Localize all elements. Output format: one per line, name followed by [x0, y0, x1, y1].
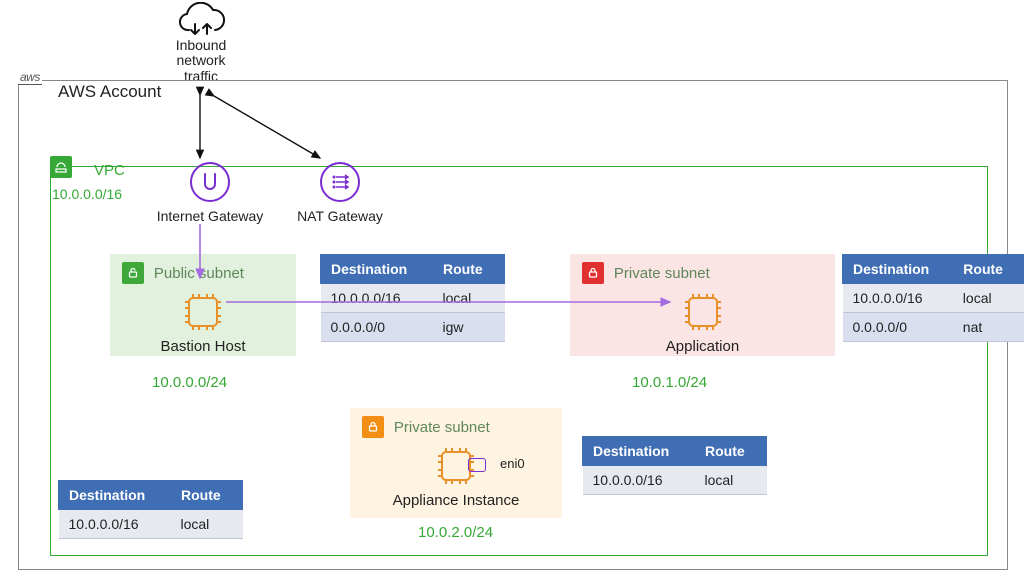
private-subnet-appliance-title: Private subnet — [394, 419, 490, 436]
eni-icon — [468, 458, 486, 472]
aws-account-title: AWS Account — [58, 82, 161, 102]
inbound-label-2: network — [170, 53, 232, 68]
route-cell: local — [433, 284, 505, 313]
internet-gateway-label: Internet Gateway — [150, 208, 270, 224]
private-subnet-appliance-cidr: 10.0.2.0/24 — [418, 524, 493, 541]
private-subnet-app-cidr: 10.0.1.0/24 — [632, 374, 707, 391]
lock-open-icon — [122, 262, 144, 284]
public-subnet-title: Public subnet — [154, 265, 244, 282]
route-header-route: Route — [695, 437, 767, 466]
vpc-icon — [50, 156, 72, 178]
route-header-route: Route — [433, 255, 505, 284]
eni-label: eni0 — [500, 456, 525, 471]
route-cell: local — [171, 510, 243, 539]
nat-gateway-icon — [320, 162, 360, 202]
lock-closed-icon — [582, 262, 604, 284]
lock-closed-icon — [362, 416, 384, 438]
route-cell: 0.0.0.0/0 — [321, 313, 433, 342]
route-cell: 10.0.0.0/16 — [843, 284, 953, 313]
vpc-label: VPC — [94, 162, 125, 179]
route-table-appliance-left: DestinationRoute 10.0.0.0/16local — [58, 480, 243, 539]
private-subnet-application: Private subnet Application — [570, 254, 835, 356]
route-header-route: Route — [171, 481, 243, 510]
aws-logo-icon: aws — [18, 70, 42, 85]
route-cell: 10.0.0.0/16 — [59, 510, 171, 539]
ec2-instance-icon — [434, 444, 478, 488]
route-header-dest: Destination — [321, 255, 433, 284]
route-header-dest: Destination — [583, 437, 695, 466]
nat-gateway: NAT Gateway — [290, 162, 390, 224]
route-header-dest: Destination — [843, 255, 953, 284]
route-header-route: Route — [953, 255, 1024, 284]
vpc-cidr: 10.0.0.0/16 — [52, 186, 122, 202]
ec2-instance-icon — [681, 290, 725, 334]
private-subnet-app-title: Private subnet — [614, 265, 710, 282]
route-cell: 10.0.0.0/16 — [321, 284, 433, 313]
route-table-appliance-right: DestinationRoute 10.0.0.0/16local — [582, 436, 767, 495]
route-cell: local — [695, 466, 767, 495]
public-subnet: Public subnet Bastion Host — [110, 254, 296, 356]
public-subnet-cidr: 10.0.0.0/24 — [152, 374, 227, 391]
cloud-inbound-icon: Inbound network traffic — [170, 2, 232, 84]
route-cell: local — [953, 284, 1024, 313]
inbound-label-1: Inbound — [170, 38, 232, 53]
nat-gateway-label: NAT Gateway — [290, 208, 390, 224]
application-label: Application — [582, 338, 823, 355]
ec2-instance-icon — [181, 290, 225, 334]
route-cell: nat — [953, 313, 1024, 342]
route-table-public: DestinationRoute 10.0.0.0/16local 0.0.0.… — [320, 254, 505, 342]
private-subnet-appliance: Private subnet Appliance Instance eni0 — [350, 408, 562, 518]
route-table-private-app: DestinationRoute 10.0.0.0/16local 0.0.0.… — [842, 254, 1024, 342]
bastion-host-label: Bastion Host — [122, 338, 284, 355]
route-cell: 0.0.0.0/0 — [843, 313, 953, 342]
route-cell: 10.0.0.0/16 — [583, 466, 695, 495]
internet-gateway: Internet Gateway — [150, 162, 270, 224]
route-header-dest: Destination — [59, 481, 171, 510]
appliance-instance-label: Appliance Instance — [362, 492, 550, 509]
internet-gateway-icon — [190, 162, 230, 202]
route-cell: igw — [433, 313, 505, 342]
